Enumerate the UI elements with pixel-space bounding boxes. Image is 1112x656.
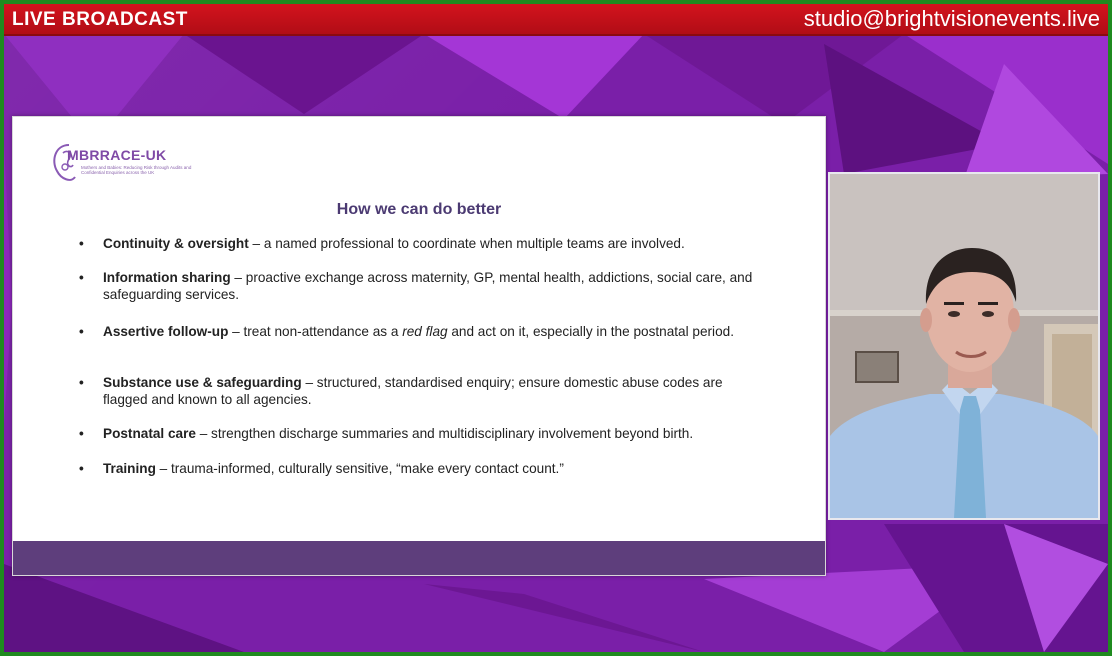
logo-tagline: Mothers and Babies: Reducing Risk throug… [81, 165, 192, 175]
slide-title: How we can do better [336, 201, 502, 218]
bullet-emphasis: red flag [402, 324, 448, 339]
bullet-head: Continuity & oversight [103, 236, 249, 251]
speaker-video-image [830, 174, 1098, 518]
bullet-text: – a named professional to coordinate whe… [248, 236, 685, 251]
broadcast-frame: LIVE BROADCAST studio@brightvisionevents… [4, 4, 1108, 652]
bullet-dot: • [79, 426, 84, 441]
bullet-dot: • [79, 461, 84, 476]
logo-name: MBRRACE-UK [67, 147, 167, 163]
bullet-dot: • [79, 375, 84, 390]
bullet-head: Postnatal care [103, 426, 196, 441]
mbrrace-logo: MBRRACE-UK Mothers and Babies: Reducing … [49, 141, 199, 187]
contact-email[interactable]: studio@brightvisionevents.live [804, 6, 1100, 32]
speaker-video-feed[interactable] [828, 172, 1100, 520]
bullet-head: Information sharing [103, 270, 231, 285]
live-broadcast-bar: LIVE BROADCAST studio@brightvisionevents… [4, 4, 1108, 36]
slide-footer-bar [13, 541, 825, 575]
bullet-head: Training [103, 461, 156, 476]
bullet-text: – strengthen discharge summaries and mul… [195, 426, 694, 441]
bullet-head: Substance use & safeguarding [103, 375, 302, 390]
bullet-text: – treat non-attendance as a [228, 324, 403, 339]
bullet-text: – trauma-informed, culturally sensitive,… [155, 461, 564, 476]
bullet-dot: • [79, 270, 84, 285]
bullet-dot: • [79, 236, 84, 251]
presentation-slide: MBRRACE-UK Mothers and Babies: Reducing … [12, 116, 826, 576]
live-broadcast-label: LIVE BROADCAST [12, 9, 188, 30]
bullet-head: Assertive follow-up [103, 324, 229, 339]
bullet-dot: • [79, 324, 84, 339]
bullet-tail: and act on it, especially in the postnat… [447, 324, 734, 339]
